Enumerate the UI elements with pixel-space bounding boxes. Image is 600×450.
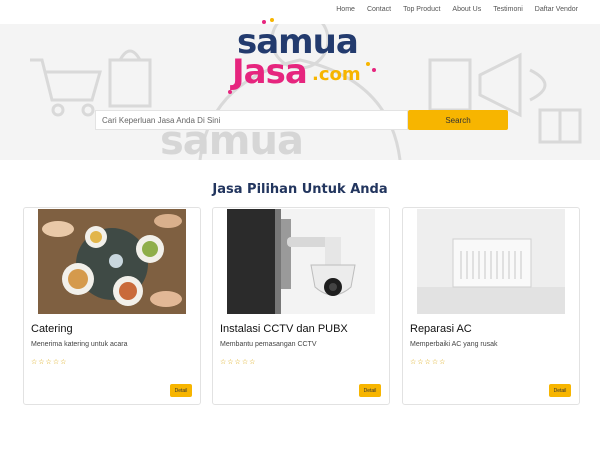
site-logo[interactable]: samua Jasa .com: [228, 18, 382, 102]
detail-button[interactable]: Detail: [170, 384, 192, 397]
nav-testimoni[interactable]: Testimoni: [493, 6, 523, 13]
search-button[interactable]: Search: [408, 110, 508, 130]
logo-spark-icon: [270, 18, 274, 22]
service-card-ac[interactable]: Reparasi AC Memperbaiki AC yang rusak ☆☆…: [402, 207, 580, 405]
service-card-cctv[interactable]: Instalasi CCTV dan PUBX Membantu pemasan…: [212, 207, 390, 405]
logo-text-com: .com: [312, 64, 361, 85]
nav-about-us[interactable]: About Us: [452, 6, 481, 13]
logo-spark-icon: [366, 62, 370, 66]
card-description: Memperbaiki AC yang rusak: [410, 341, 498, 348]
hero-banner: Home Contact Top Product About Us Testim…: [0, 0, 600, 160]
catering-image: [38, 209, 186, 314]
card-title: Catering: [31, 323, 73, 335]
star-rating-icon: ☆☆☆☆☆: [410, 359, 447, 366]
star-rating-icon: ☆☆☆☆☆: [31, 359, 68, 366]
card-description: Membantu pemasangan CCTV: [220, 341, 317, 348]
service-card-catering[interactable]: Catering Menerima katering untuk acara ☆…: [23, 207, 201, 405]
nav-top-product[interactable]: Top Product: [403, 6, 440, 13]
logo-spark-icon: [228, 90, 232, 94]
section-title: Jasa Pilihan Untuk Anda: [212, 182, 388, 197]
logo-spark-icon: [262, 20, 266, 24]
nav-contact[interactable]: Contact: [367, 6, 391, 13]
nav-home[interactable]: Home: [336, 6, 355, 13]
top-navigation: Home Contact Top Product About Us Testim…: [336, 6, 578, 13]
nav-daftar-vendor[interactable]: Daftar Vendor: [535, 6, 578, 13]
air-conditioner-image: [417, 209, 565, 314]
search-bar: Search: [95, 110, 508, 130]
card-title: Reparasi AC: [410, 323, 472, 335]
detail-button[interactable]: Detail: [359, 384, 381, 397]
logo-text-jasa: Jasa: [232, 52, 308, 92]
detail-button[interactable]: Detail: [549, 384, 571, 397]
search-input[interactable]: [95, 110, 408, 130]
card-title: Instalasi CCTV dan PUBX: [220, 323, 348, 335]
card-description: Menerima katering untuk acara: [31, 341, 128, 348]
star-rating-icon: ☆☆☆☆☆: [220, 359, 257, 366]
logo-spark-icon: [372, 68, 376, 72]
cctv-image: [227, 209, 375, 314]
